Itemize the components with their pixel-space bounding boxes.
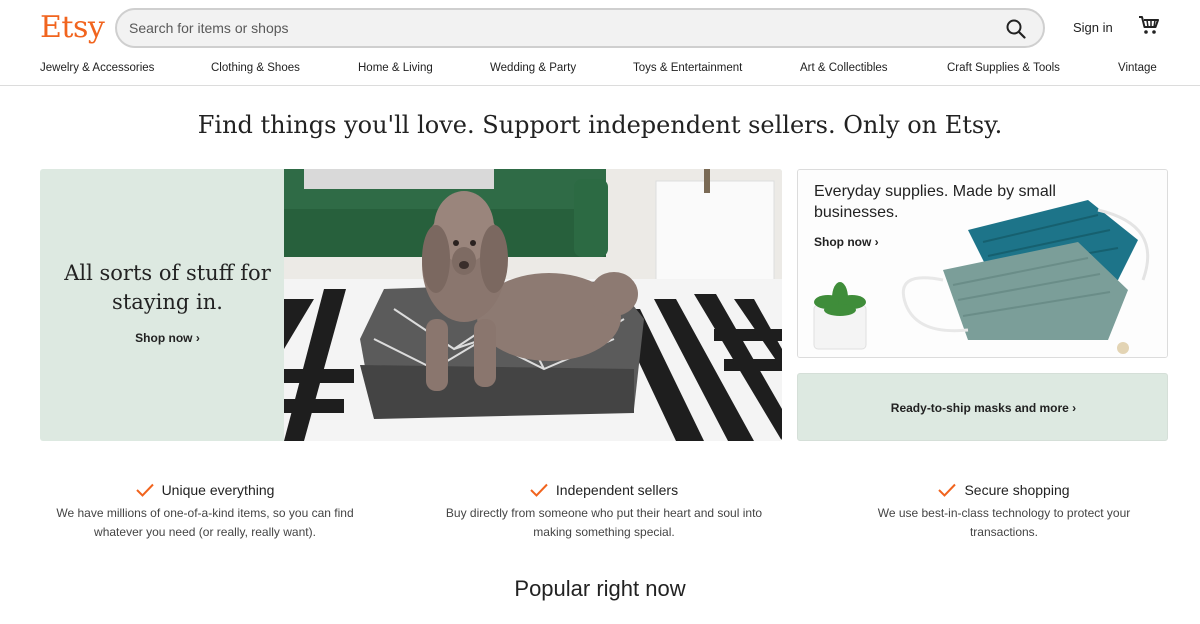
sign-in-link[interactable]: Sign in <box>1073 20 1113 35</box>
category-home-living[interactable]: Home & Living <box>358 62 433 74</box>
value-prop-independent: Independent sellers Buy directly from so… <box>444 482 764 542</box>
category-toys-entertainment[interactable]: Toys & Entertainment <box>633 62 742 74</box>
hero-banner[interactable]: All sorts of stuff for staying in. Shop … <box>40 169 782 441</box>
value-prop-title: Secure shopping <box>964 482 1070 498</box>
promo-supplies-shop-now-link[interactable]: Shop now › <box>814 235 879 249</box>
hero-shop-now-link[interactable]: Shop now › <box>60 331 275 345</box>
popular-heading: Popular right now <box>514 576 686 601</box>
search-input[interactable] <box>129 10 989 46</box>
search-button[interactable] <box>1003 16 1029 42</box>
category-wedding-party[interactable]: Wedding & Party <box>490 62 576 74</box>
category-jewelry-accessories[interactable]: Jewelry & Accessories <box>40 62 154 74</box>
search-icon <box>1006 19 1026 39</box>
cart-button[interactable] <box>1138 14 1160 38</box>
value-prop-desc: We use best-in-class technology to prote… <box>877 506 1131 539</box>
value-prop-heading: Independent sellers <box>444 482 764 498</box>
category-clothing-shoes[interactable]: Clothing & Shoes <box>211 62 300 74</box>
value-prop-heading: Unique everything <box>45 482 365 498</box>
etsy-logo[interactable]: Etsy <box>40 10 105 45</box>
value-prop-unique: Unique everything We have millions of on… <box>45 482 365 542</box>
category-craft-supplies-tools[interactable]: Craft Supplies & Tools <box>947 62 1060 74</box>
cart-icon <box>1139 16 1159 34</box>
search-bar <box>115 8 1045 48</box>
value-prop-desc: Buy directly from someone who put their … <box>445 506 763 539</box>
value-prop-secure: Secure shopping We use best-in-class tec… <box>844 482 1164 542</box>
value-prop-heading: Secure shopping <box>844 482 1164 498</box>
category-vintage[interactable]: Vintage <box>1118 62 1157 74</box>
category-art-collectibles[interactable]: Art & Collectibles <box>800 62 888 74</box>
site-header: Etsy Sign in <box>0 0 1200 56</box>
value-prop-title: Unique everything <box>161 482 275 498</box>
hero-title: All sorts of stuff for staying in. <box>64 261 271 314</box>
category-nav: Jewelry & Accessories Clothing & Shoes H… <box>0 58 1200 86</box>
page-tagline: Find things you'll love. Support indepen… <box>197 111 1003 139</box>
hero-dog-image <box>284 169 782 441</box>
promo-everyday-supplies[interactable]: Everyday supplies. Made by small busines… <box>797 169 1168 358</box>
value-prop-title: Independent sellers <box>555 482 679 498</box>
hero-text: All sorts of stuff for staying in. Shop … <box>60 259 275 345</box>
promo-masks[interactable]: Ready-to-ship masks and more › <box>797 373 1168 441</box>
checkmark-icon <box>938 483 957 497</box>
checkmark-icon <box>135 483 154 497</box>
promo-supplies-title: Everyday supplies. Made by small busines… <box>814 183 1056 221</box>
promo-masks-link[interactable]: Ready-to-ship masks and more › <box>798 401 1169 415</box>
value-prop-desc: We have millions of one-of-a-kind items,… <box>56 506 354 539</box>
checkmark-icon <box>530 483 548 497</box>
